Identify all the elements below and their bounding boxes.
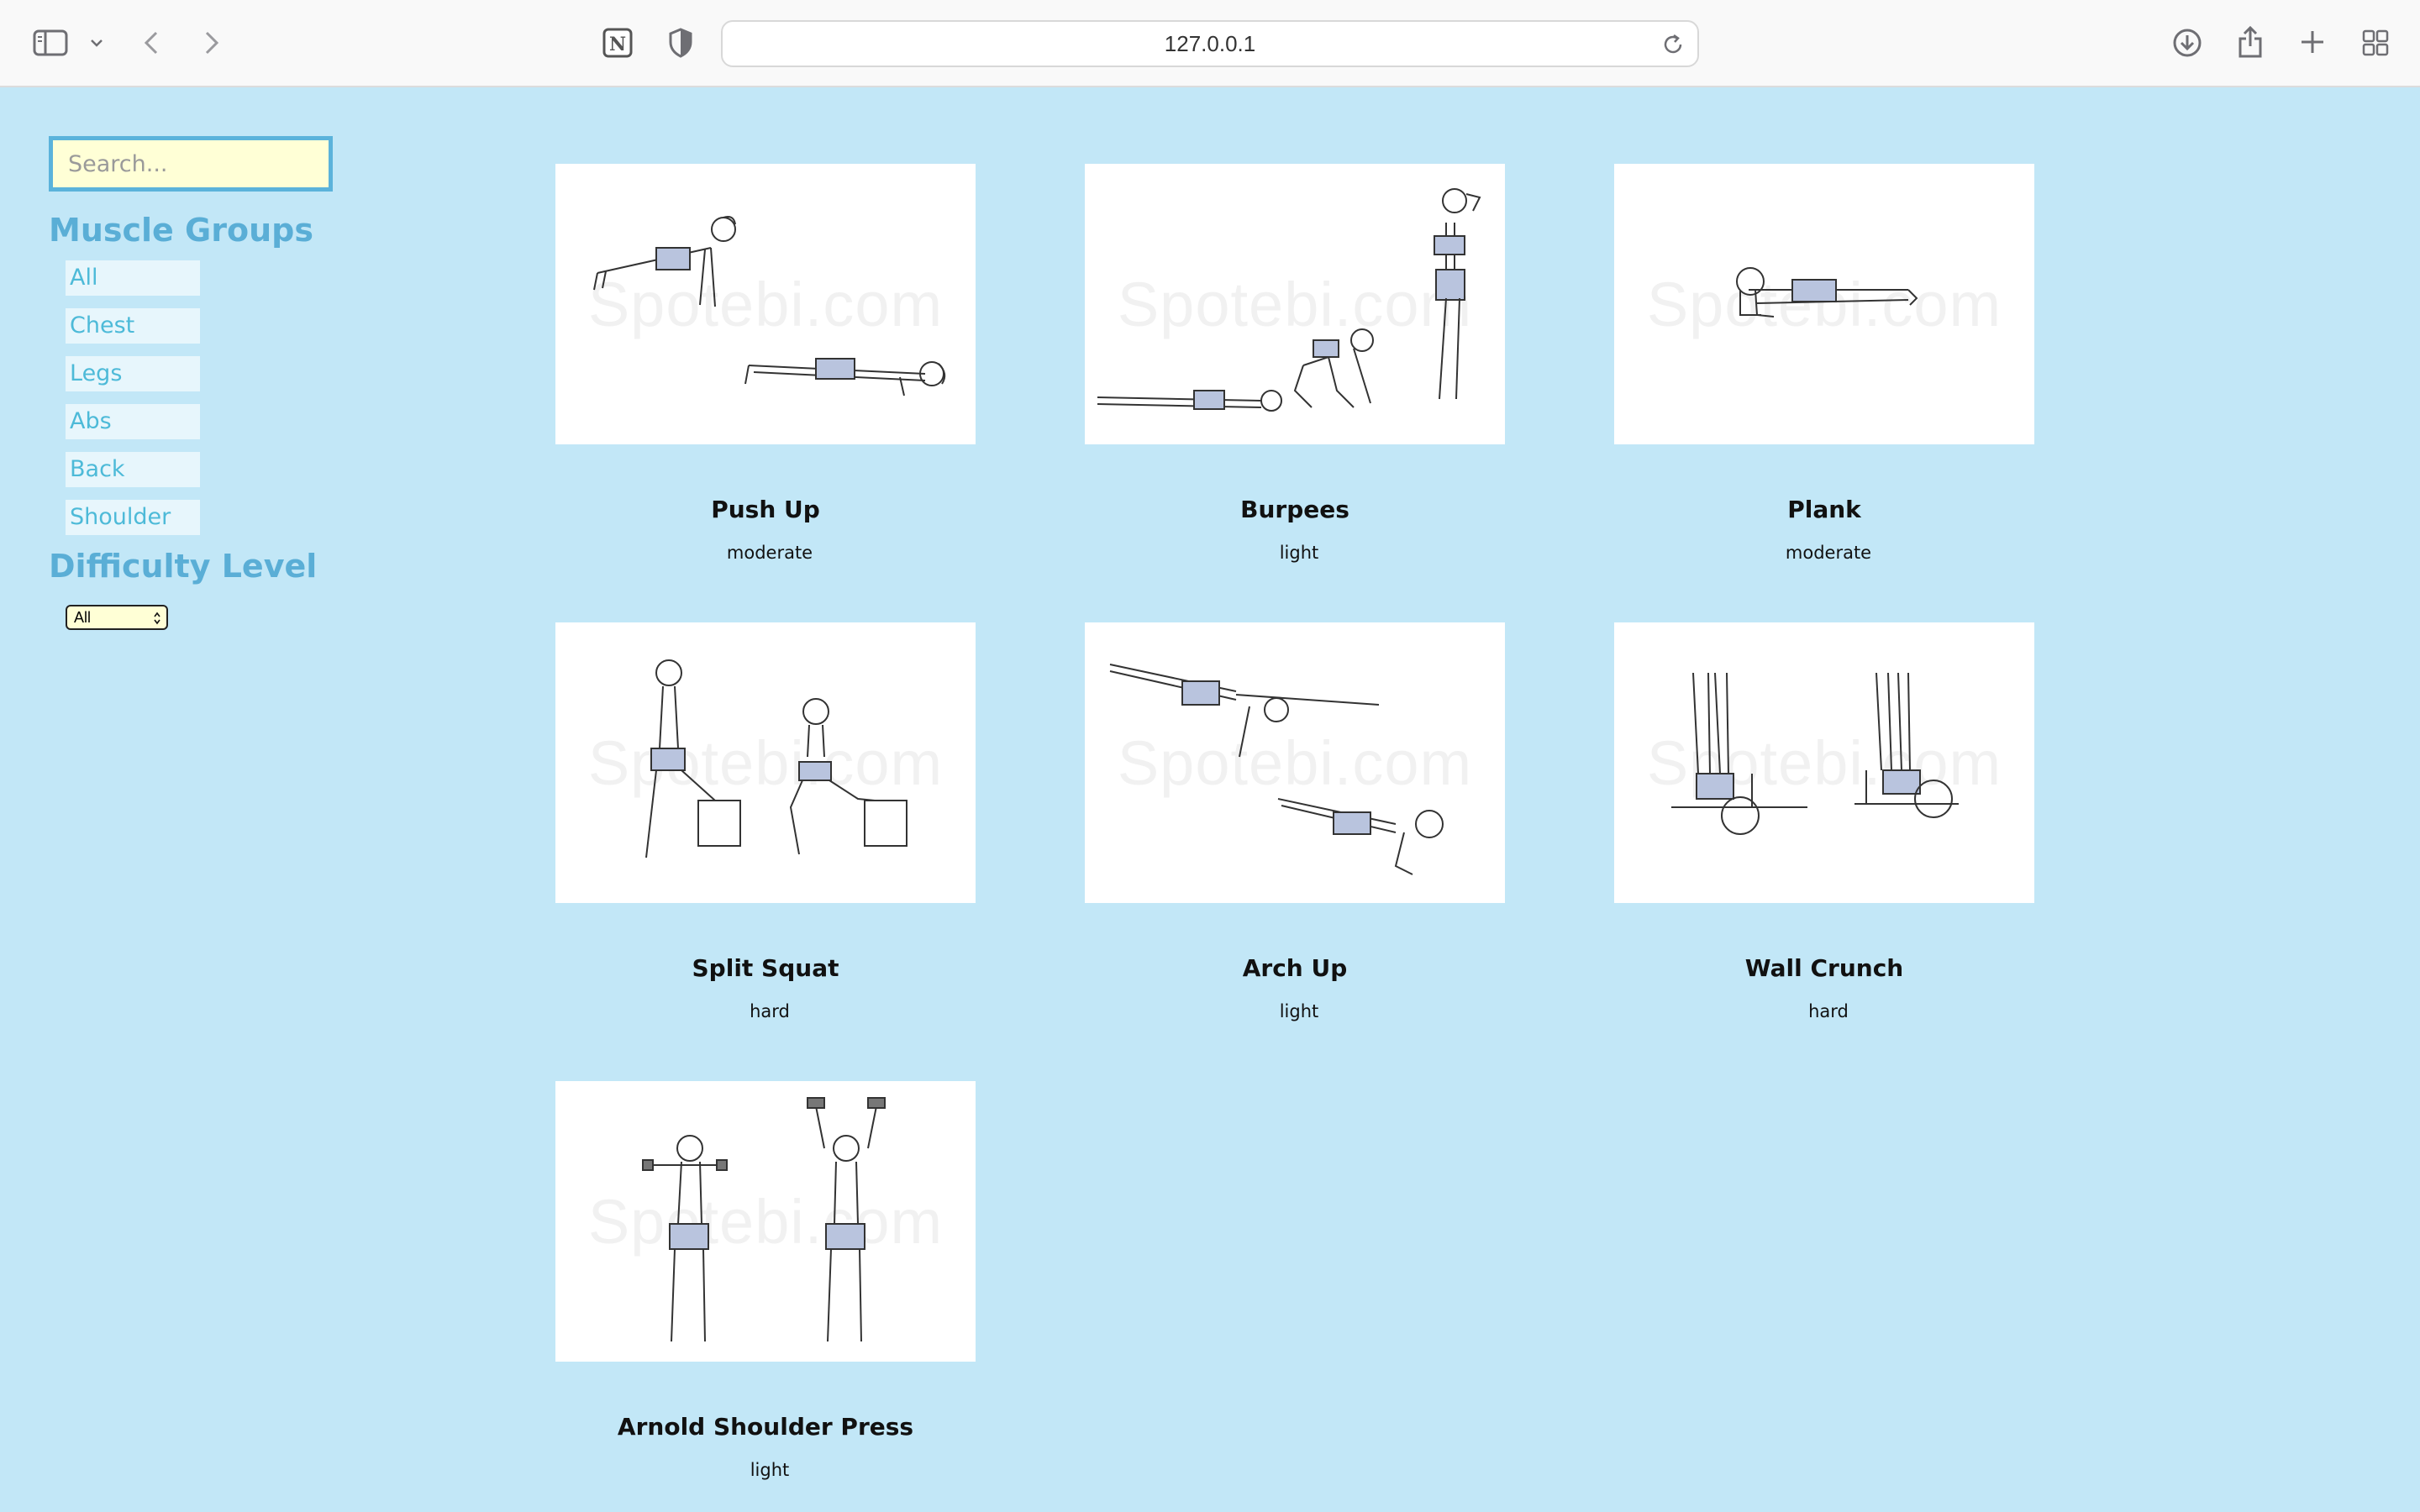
exercise-level: light: [1279, 543, 1319, 563]
url-text: 127.0.0.1: [1164, 30, 1256, 56]
muscle-groups-heading: Muscle Groups: [49, 212, 313, 249]
exercise-level: moderate: [1785, 543, 1872, 563]
exercise-image: Spotebi.com: [555, 164, 976, 444]
exercise-card-arnold-shoulder-press[interactable]: Spotebi.com Arnold Shoulder Press light: [555, 1081, 976, 1481]
exercise-card-burpees[interactable]: Spotebi.com Burpees light: [1085, 164, 1505, 564]
download-icon[interactable]: [2170, 25, 2205, 60]
exercise-name: Arnold Shoulder Press: [617, 1413, 914, 1441]
muscle-group-all-button[interactable]: All: [66, 260, 200, 296]
muscle-group-abs-button[interactable]: Abs: [66, 404, 200, 439]
chevron-down-icon[interactable]: [87, 34, 106, 52]
muscle-group-chest-button[interactable]: Chest: [66, 308, 200, 344]
exercise-card-push-up[interactable]: Spotebi.com Push Up moderate: [555, 164, 976, 564]
address-bar[interactable]: 127.0.0.1: [721, 20, 1699, 67]
share-icon[interactable]: [2233, 24, 2267, 60]
exercise-image: Spotebi.com: [555, 622, 976, 903]
muscle-group-shoulder-button[interactable]: Shoulder: [66, 500, 200, 535]
exercise-image: Spotebi.com: [555, 1081, 976, 1362]
privacy-shield-icon[interactable]: [664, 25, 697, 60]
exercise-card-wall-crunch[interactable]: Spotebi.com Wall Crunch hard: [1614, 622, 2034, 1022]
exercise-card-arch-up[interactable]: Spotebi.com Arch Up light: [1085, 622, 1505, 1022]
reload-icon[interactable]: [1660, 32, 1686, 57]
back-arrow-icon[interactable]: [139, 27, 163, 59]
forward-arrow-icon[interactable]: [200, 27, 224, 59]
exercise-name: Push Up: [711, 496, 820, 523]
sidebar-toggle-icon[interactable]: [32, 27, 69, 59]
search-input[interactable]: [49, 136, 333, 192]
exercise-card-split-squat[interactable]: Spotebi.com Split Squat hard: [555, 622, 976, 1022]
svg-text:N: N: [609, 34, 626, 55]
exercise-card-plank[interactable]: Spotebi.com Plank moderate: [1614, 164, 2034, 564]
filter-sidebar: Muscle Groups All Chest Legs Abs Back Sh…: [49, 136, 402, 630]
muscle-group-back-button[interactable]: Back: [66, 452, 200, 487]
difficulty-selected-value: All: [74, 609, 92, 626]
exercise-image: Spotebi.com: [1614, 622, 2034, 903]
exercise-name: Burpees: [1240, 496, 1349, 523]
exercise-level: light: [750, 1460, 790, 1480]
muscle-group-legs-button[interactable]: Legs: [66, 356, 200, 391]
new-tab-plus-icon[interactable]: [2296, 25, 2329, 59]
exercise-image: Spotebi.com: [1614, 164, 2034, 444]
muscle-group-list: All Chest Legs Abs Back Shoulder: [66, 260, 402, 535]
exercise-level: hard: [750, 1001, 790, 1021]
difficulty-select[interactable]: All: [66, 605, 168, 630]
exercise-name: Arch Up: [1242, 954, 1348, 982]
exercise-name: Plank: [1787, 496, 1861, 523]
exercise-level: hard: [1808, 1001, 1849, 1021]
select-arrows-icon: [154, 612, 160, 625]
notion-extension-icon[interactable]: N: [600, 25, 635, 60]
browser-toolbar: N 127.0.0.1: [0, 0, 2420, 87]
exercise-image: Spotebi.com: [1085, 622, 1505, 903]
exercise-name: Wall Crunch: [1744, 954, 1904, 982]
exercise-level: light: [1279, 1001, 1319, 1021]
exercise-image: Spotebi.com: [1085, 164, 1505, 444]
exercise-level: moderate: [726, 543, 813, 563]
difficulty-level-heading: Difficulty Level: [49, 548, 318, 585]
exercise-name: Split Squat: [692, 954, 839, 982]
tab-overview-icon[interactable]: [2360, 27, 2391, 59]
